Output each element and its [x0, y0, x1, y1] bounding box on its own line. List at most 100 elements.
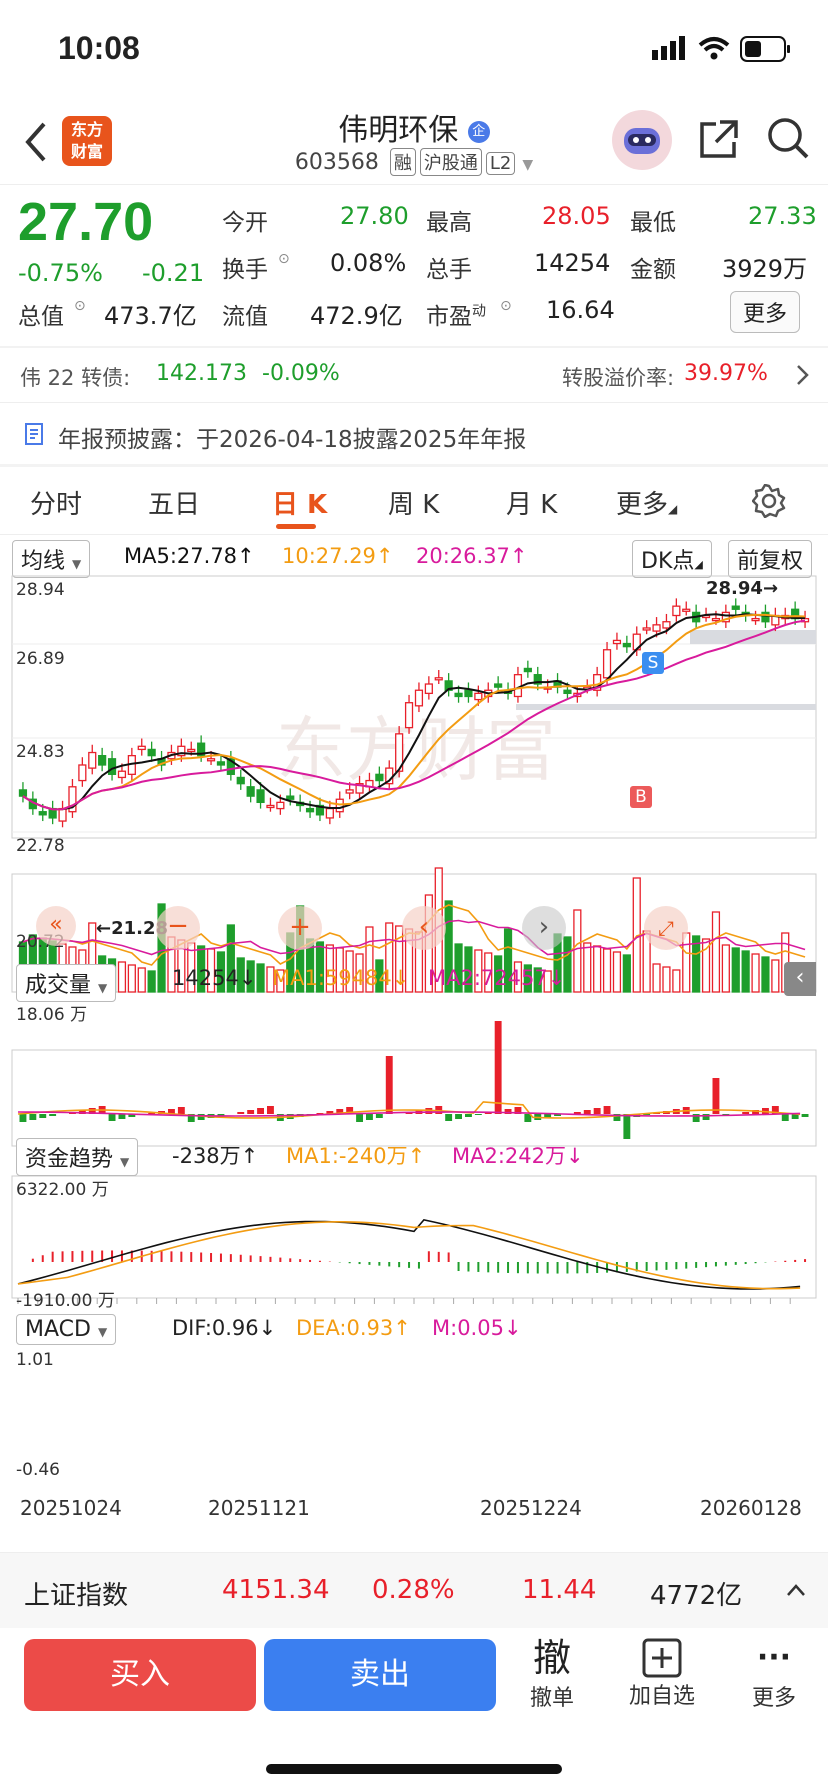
dk-point-button[interactable]: DK点◢ — [632, 540, 712, 578]
candle-body — [682, 608, 691, 612]
open-value: 27.80 — [340, 202, 409, 230]
macd-y-top: 1.01 — [16, 1350, 54, 1370]
macd-frame — [11, 1175, 817, 1299]
fund-bar — [49, 1114, 57, 1116]
watermark: 东方财富 — [276, 709, 556, 791]
fund-bar — [108, 1114, 116, 1121]
stock-chart[interactable]: 东方财富 — [0, 574, 828, 1494]
period-tabs: 分时 五日 日 K 周 K 月 K 更多◢ — [0, 470, 828, 532]
candle-body — [662, 621, 671, 629]
fund-current: -238万 — [172, 1144, 241, 1168]
ma5-legend: MA5:27.78↑ — [124, 544, 255, 568]
withdraw-order-button[interactable]: 撤 撤单 — [512, 1636, 592, 1722]
dropdown-arrow-icon: ▼ — [72, 557, 82, 571]
ma-indicator-select[interactable]: 均线 ▼ — [12, 540, 91, 578]
divider — [0, 402, 828, 403]
macd-indicator-select[interactable]: MACD ▼ — [16, 1314, 117, 1345]
status-time: 10:08 — [58, 30, 140, 66]
withdraw-label: 撤单 — [529, 1686, 574, 1711]
fund-y-top: 6322.00 万 — [16, 1180, 109, 1200]
info-dots-icon[interactable]: ⊙ — [278, 251, 290, 267]
volume-y-top: 18.06 万 — [16, 1005, 88, 1025]
more-quote-button[interactable]: 更多 — [730, 291, 801, 333]
candle-body — [117, 770, 127, 779]
fullscreen-icon[interactable]: ⤢ — [644, 906, 688, 950]
volume-legend: 成交量 ▼ 14254↓ MA1:59484↓ MA2:72457↓ ‹ — [12, 962, 816, 1002]
support-band — [516, 704, 816, 710]
candle-body — [216, 761, 226, 766]
tab-weekly-k[interactable]: 周 K — [388, 484, 439, 521]
scroll-left-icon[interactable]: ‹ — [402, 906, 446, 950]
fund-indicator-label: 资金趋势 — [25, 1147, 114, 1172]
collapse-panel-icon[interactable]: ‹ — [784, 962, 816, 996]
search-icon[interactable] — [766, 116, 810, 160]
fund-trend-legend: 资金趋势 ▼ -238万↑ MA1:-240万↑ MA2:242万↓ — [12, 1138, 816, 1176]
tab-monthly-k[interactable]: 月 K — [506, 484, 557, 521]
zoom-out-icon[interactable]: − — [156, 906, 200, 950]
stock-code: 603568 — [294, 150, 379, 175]
convertible-bond-row[interactable]: 伟 22 转债: 142.173 -0.09% 转股溢价率: 39.97% — [0, 348, 828, 402]
fund-bar — [781, 1114, 789, 1121]
scroll-right-icon[interactable]: › — [522, 906, 566, 950]
more-actions-button[interactable]: ··· 更多 — [734, 1636, 814, 1722]
document-icon — [25, 423, 43, 445]
macd-m-value: M:0.05 — [432, 1316, 504, 1340]
change-percent: -0.75% — [18, 259, 103, 287]
dif-line — [17, 1219, 801, 1290]
tab-more-label: 更多 — [616, 490, 669, 520]
candle-body — [424, 683, 433, 695]
quote-panel: 27.70 -0.75% -0.21 今开 27.80 最高 28.05 最低 … — [0, 184, 828, 346]
home-indicator — [266, 1764, 562, 1774]
candle-body — [276, 801, 285, 810]
bond-change: -0.09% — [262, 361, 340, 386]
tab-daily-k[interactable]: 日 K — [272, 484, 327, 521]
add-favorite-button[interactable]: 加自选 — [622, 1636, 702, 1722]
ma-indicator-label: 均线 — [21, 549, 66, 574]
fund-indicator-select[interactable]: 资金趋势 ▼ — [16, 1138, 139, 1176]
dk-label: DK点 — [641, 549, 695, 574]
buy-signal-badge[interactable]: B — [630, 786, 652, 808]
candle-body — [236, 776, 245, 785]
cellular-signal-icon — [652, 36, 685, 60]
turnover-label: 换手 — [222, 257, 268, 283]
zoom-in-icon[interactable]: + — [278, 906, 322, 950]
ma20-legend: 20:26.37↑ — [416, 544, 528, 568]
premium-label: 转股溢价率: — [562, 366, 675, 390]
tag-margin: 融 — [389, 148, 416, 176]
fund-ma2-value: MA2:242万 — [452, 1144, 567, 1168]
candle-body — [305, 807, 315, 813]
x-date-1: 20251024 — [20, 1496, 122, 1520]
sell-button[interactable]: 卖出 — [264, 1639, 496, 1711]
buy-button[interactable]: 买入 — [24, 1639, 256, 1711]
tab-intraday[interactable]: 分时 — [30, 484, 82, 521]
fund-bar — [742, 1112, 750, 1114]
price-adjust-button[interactable]: 前复权 — [728, 540, 813, 578]
share-icon[interactable] — [698, 118, 740, 160]
macd-dea-value: DEA:0.93 — [296, 1316, 394, 1340]
candle-body — [612, 639, 622, 645]
info-dots-icon[interactable]: ⊙ — [500, 298, 512, 314]
ai-assistant-avatar[interactable] — [612, 110, 672, 170]
annual-report-notice[interactable]: 年报预披露：于2026-04-18披露2025年年报 — [0, 404, 828, 464]
sell-signal-badge[interactable]: S — [642, 652, 664, 674]
fund-bar — [39, 1114, 47, 1118]
last-price: 27.70 — [18, 192, 154, 252]
tab-five-day[interactable]: 五日 — [148, 484, 200, 521]
scroll-left-fast-icon[interactable]: « — [36, 906, 76, 946]
battery-icon — [740, 36, 790, 62]
candle-body — [98, 754, 107, 766]
ma10-value: 10:27.29 — [282, 544, 376, 568]
tab-more[interactable]: 更多◢ — [616, 484, 677, 521]
fund-frame — [11, 1049, 817, 1147]
info-dots-icon[interactable]: ⊙ — [74, 298, 86, 314]
fund-bar — [29, 1114, 37, 1120]
index-pct: 0.28% — [372, 1575, 455, 1605]
index-amount: 4772亿 — [650, 1581, 743, 1611]
candle-body — [187, 748, 196, 753]
settings-gear-icon[interactable] — [752, 484, 786, 518]
volume-indicator-select[interactable]: 成交量 ▼ — [16, 964, 117, 1002]
candle-body — [414, 689, 424, 707]
high-label: 最高 — [426, 210, 472, 236]
status-bar: 10:08 — [0, 0, 828, 100]
index-ticker-bar[interactable]: 上证指数 4151.34 0.28% 11.44 4772亿 — [0, 1552, 828, 1628]
